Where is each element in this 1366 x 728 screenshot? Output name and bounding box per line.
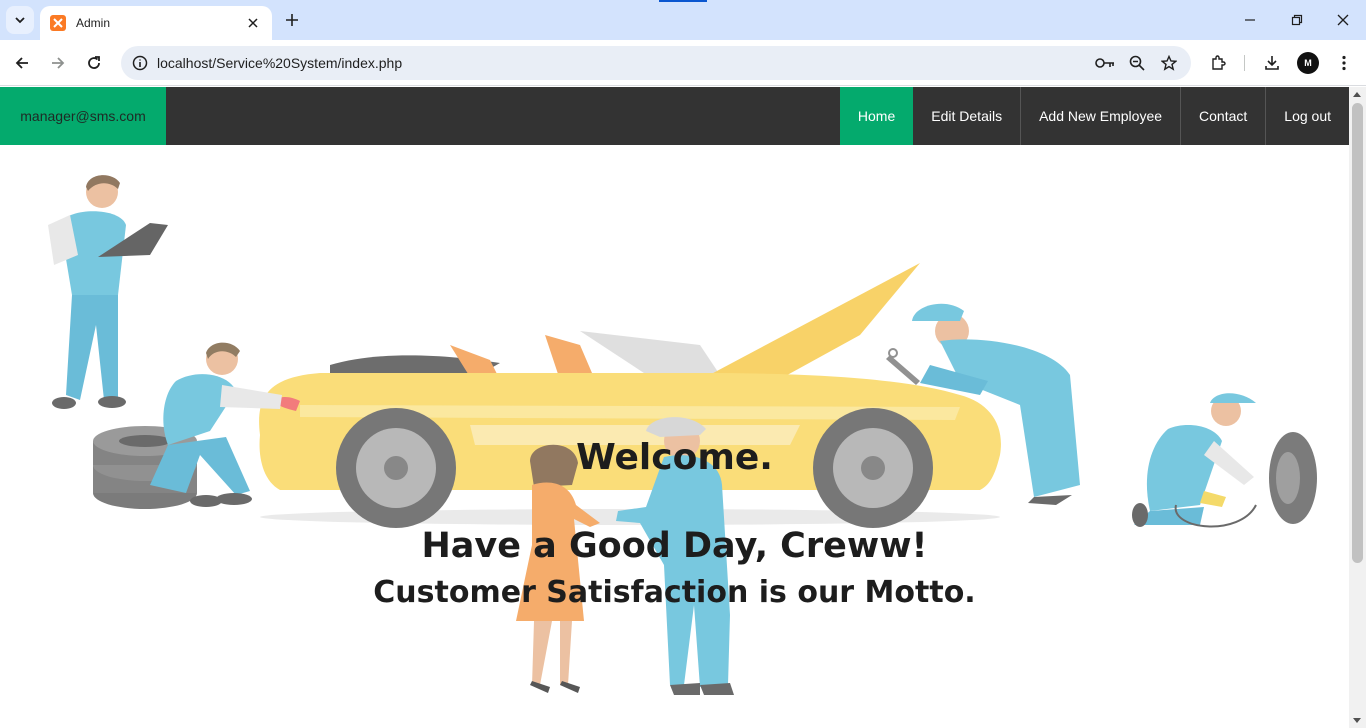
back-button[interactable] <box>8 49 36 77</box>
nav-add-employee-link[interactable]: Add New Employee <box>1020 87 1180 145</box>
minimize-icon <box>1245 19 1255 21</box>
url-text[interactable]: localhost/Service%20System/index.php <box>157 55 1089 71</box>
reload-button[interactable] <box>80 49 108 77</box>
avatar: M <box>1297 52 1319 74</box>
profile-button[interactable]: M <box>1294 49 1322 77</box>
scroll-down-arrow[interactable] <box>1353 718 1361 723</box>
site-info-button[interactable] <box>123 46 157 80</box>
toolbar-divider <box>1244 55 1245 71</box>
scroll-thumb[interactable] <box>1352 103 1363 563</box>
star-icon <box>1161 55 1177 71</box>
browser-tab[interactable]: Admin <box>40 6 272 40</box>
page-scrollbar[interactable] <box>1349 87 1366 728</box>
browser-menu-button[interactable] <box>1330 49 1358 77</box>
zoom-button[interactable] <box>1121 47 1153 79</box>
download-icon <box>1265 56 1279 70</box>
scroll-up-arrow[interactable] <box>1353 92 1361 97</box>
address-bar[interactable]: localhost/Service%20System/index.php <box>121 46 1191 80</box>
key-icon <box>1095 58 1114 68</box>
zoom-icon <box>1129 55 1145 71</box>
chevron-down-icon <box>15 17 25 24</box>
forward-button[interactable] <box>44 49 72 77</box>
nav-logout-link[interactable]: Log out <box>1265 87 1349 145</box>
restore-button[interactable] <box>1285 8 1309 32</box>
plus-icon <box>286 14 298 26</box>
close-tab-button[interactable] <box>244 14 262 32</box>
mechanic-laptop <box>48 175 168 409</box>
tab-drag-indicator <box>659 0 707 2</box>
hero-section: Welcome. Have a Good Day, Creww! Custome… <box>0 145 1349 728</box>
nav-edit-details-link[interactable]: Edit Details <box>913 87 1020 145</box>
password-key-button[interactable] <box>1089 47 1121 79</box>
nav-contact-link[interactable]: Contact <box>1180 87 1265 145</box>
yellow-car <box>259 263 1001 528</box>
minimize-button[interactable] <box>1238 8 1262 32</box>
info-icon <box>132 55 148 71</box>
new-tab-button[interactable] <box>280 8 304 32</box>
greeting-heading: Have a Good Day, Creww! <box>421 526 928 566</box>
nav-home-link[interactable]: Home <box>839 87 914 145</box>
xampp-favicon-icon <box>50 15 66 31</box>
user-email: manager@sms.com <box>0 87 166 145</box>
extensions-button[interactable] <box>1204 49 1232 77</box>
downloads-button[interactable] <box>1258 49 1286 77</box>
page-viewport: manager@sms.com Home Edit Details Add Ne… <box>0 87 1349 728</box>
close-icon <box>248 18 258 28</box>
welcome-heading: Welcome. <box>576 437 773 478</box>
close-window-button[interactable] <box>1331 8 1355 32</box>
restore-icon <box>1291 14 1303 26</box>
tab-strip: Admin <box>0 0 1366 40</box>
top-navbar: manager@sms.com Home Edit Details Add Ne… <box>0 87 1349 145</box>
extensions-icon <box>1212 55 1226 70</box>
browser-toolbar: localhost/Service%20System/index.php M <box>0 40 1366 86</box>
reload-icon <box>88 56 100 69</box>
motto-heading: Customer Satisfaction is our Motto. <box>373 575 976 610</box>
close-icon <box>1337 14 1349 26</box>
forward-icon <box>52 57 65 69</box>
back-icon <box>15 57 28 69</box>
tab-title: Admin <box>76 16 111 30</box>
bookmark-button[interactable] <box>1153 47 1185 79</box>
nav-links: Home Edit Details Add New Employee Conta… <box>839 87 1349 145</box>
tab-search-button[interactable] <box>6 6 34 34</box>
menu-dots-icon <box>1342 55 1346 71</box>
